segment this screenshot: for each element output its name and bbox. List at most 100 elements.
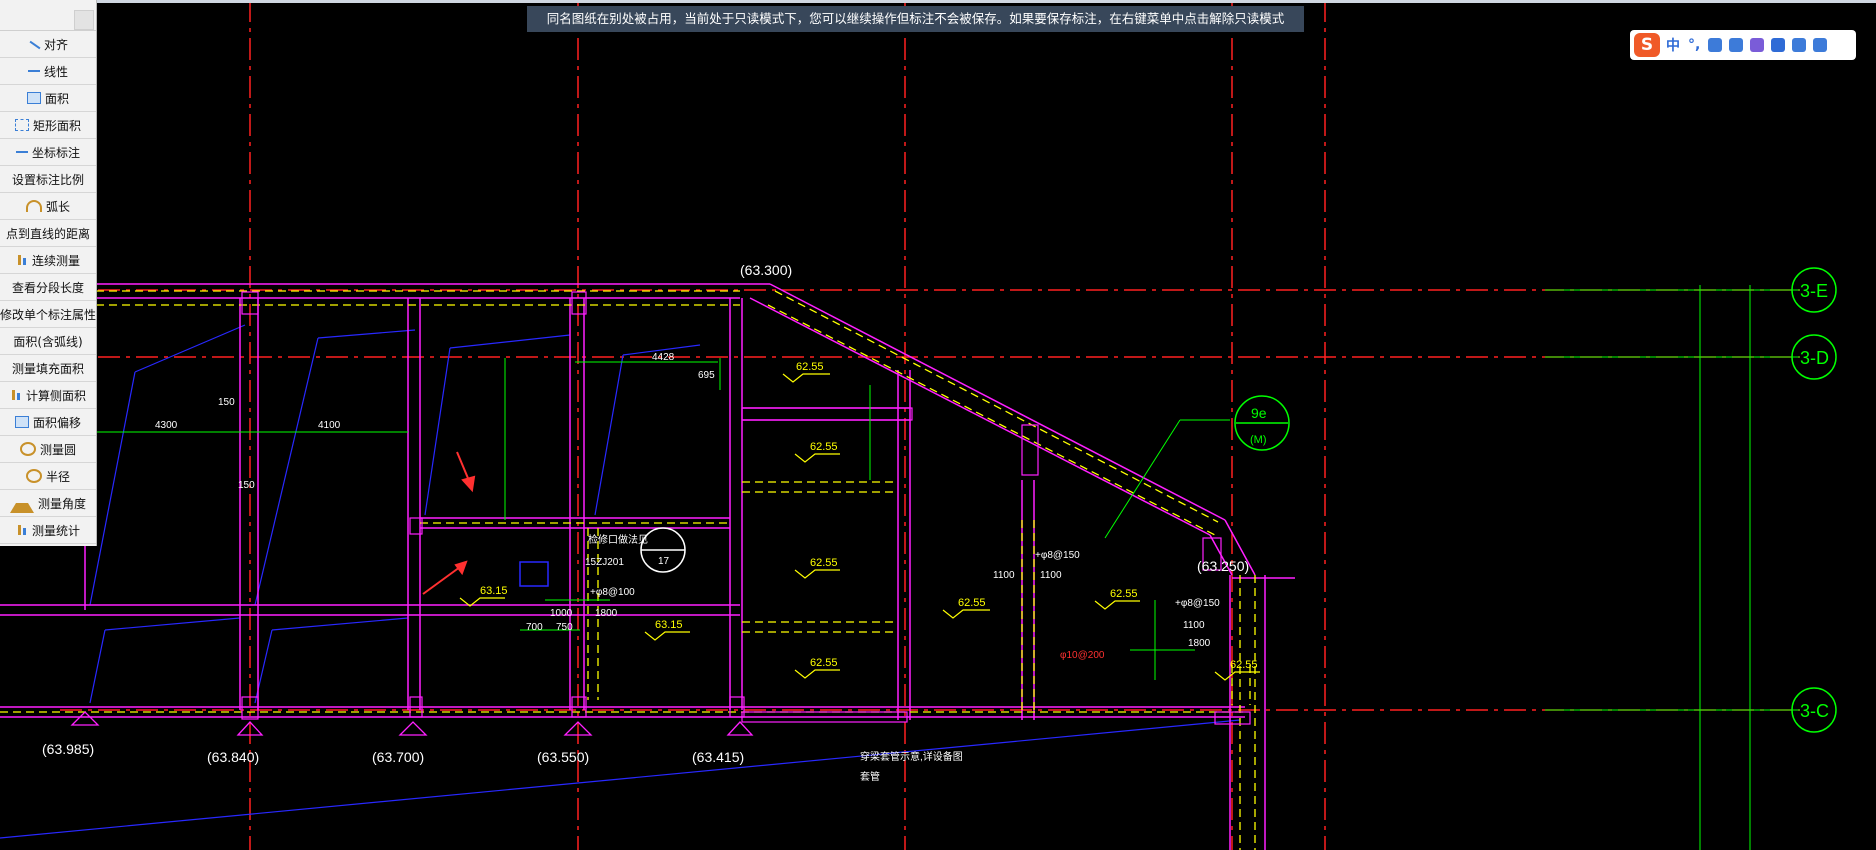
tool-area-offset[interactable]: 面积偏移 bbox=[0, 409, 96, 436]
level-label: 62.55 bbox=[810, 441, 838, 453]
tool-label: 面积(含弧线) bbox=[13, 334, 83, 349]
tool-rect-area[interactable]: 矩形面积 bbox=[0, 112, 96, 139]
elevation-label: (63.250) bbox=[1197, 558, 1249, 574]
skin-icon[interactable] bbox=[1750, 38, 1765, 52]
level-label: 62.55 bbox=[810, 657, 838, 669]
tool-label: 测量填充面积 bbox=[11, 361, 84, 376]
blue-structure bbox=[0, 324, 1241, 839]
tool-label: 测量圆 bbox=[39, 442, 76, 457]
elevation-label: (63.550) bbox=[537, 749, 589, 765]
ime-mode-toggle[interactable]: 中 bbox=[1666, 35, 1680, 55]
dim-label: 700 bbox=[526, 622, 543, 633]
walls bbox=[0, 283, 1295, 850]
settings-icon[interactable] bbox=[1813, 38, 1828, 52]
tool-label: 测量角度 bbox=[37, 496, 86, 511]
align-icon bbox=[28, 39, 40, 49]
radius-icon bbox=[25, 469, 42, 483]
tool-label: 对齐 bbox=[43, 37, 68, 52]
tool-linear[interactable]: 线性 bbox=[0, 58, 96, 85]
dim-label: 695 bbox=[698, 370, 715, 381]
microphone-icon[interactable] bbox=[1708, 38, 1723, 52]
tool-label: 点到直线的距离 bbox=[5, 226, 90, 241]
level-label: 62.55 bbox=[810, 557, 838, 569]
level-label: 63.15 bbox=[480, 585, 508, 597]
detail-bubble-bottom: (M) bbox=[1250, 434, 1267, 446]
hidden-lines bbox=[0, 290, 1256, 850]
note-label: 套管 bbox=[860, 770, 880, 783]
ime-punct-toggle[interactable]: °, bbox=[1688, 37, 1700, 53]
dim-label: 1100 bbox=[1183, 620, 1205, 631]
top-strip bbox=[96, 0, 1876, 3]
elevation-label: (63.840) bbox=[207, 749, 259, 765]
tool-segment-length[interactable]: 查看分段长度 bbox=[0, 274, 96, 301]
side-area-icon bbox=[10, 390, 22, 400]
tool-edit-annotation[interactable]: 修改单个标注属性 bbox=[0, 301, 96, 328]
readonly-notice-banner: 同名图纸在别处被占用，当前处于只读模式下，您可以继续操作但标注不会被保存。如果要… bbox=[527, 6, 1304, 32]
level-label: 62.55 bbox=[1110, 588, 1138, 600]
level-label: 62.55 bbox=[1230, 659, 1258, 671]
note-label: 穿梁套管示意,详设备图 bbox=[860, 750, 963, 763]
dim-label: 1000 bbox=[550, 608, 573, 619]
tool-area[interactable]: 面积 bbox=[0, 85, 96, 112]
tool-label: 弧长 bbox=[45, 199, 70, 214]
tool-label: 面积偏移 bbox=[32, 415, 81, 430]
tool-radius[interactable]: 半径 bbox=[0, 463, 96, 490]
tool-align[interactable]: 对齐 bbox=[0, 31, 96, 58]
note-label: 17 bbox=[658, 556, 670, 567]
dim-label: 150 bbox=[218, 397, 235, 408]
toolbox-icon[interactable] bbox=[1771, 38, 1786, 52]
dim-label: 4428 bbox=[652, 352, 675, 363]
grid-bubble-label: 3-C bbox=[1800, 701, 1829, 721]
toolbar-close-button[interactable] bbox=[74, 10, 94, 30]
coordinate-icon bbox=[15, 147, 28, 157]
apps-icon[interactable] bbox=[1792, 38, 1807, 52]
tool-label: 坐标标注 bbox=[31, 145, 80, 160]
tool-label: 线性 bbox=[43, 64, 68, 79]
tool-angle[interactable]: 测量角度 bbox=[0, 490, 96, 517]
ime-toolbar[interactable]: S 中 °, bbox=[1630, 30, 1856, 60]
dim-label: 4100 bbox=[318, 420, 341, 431]
grid-bubble-label: 3-E bbox=[1800, 281, 1828, 301]
dim-label: 1800 bbox=[1188, 638, 1211, 649]
dim-label: 1100 bbox=[993, 570, 1015, 581]
rebar-label: +φ8@150 bbox=[1035, 550, 1080, 561]
ime-logo[interactable]: S bbox=[1634, 33, 1660, 57]
tool-label: 查看分段长度 bbox=[11, 280, 84, 295]
rebar-label: φ10@200 bbox=[1060, 650, 1105, 661]
elevation-label: (63.700) bbox=[372, 749, 424, 765]
keyboard-icon[interactable] bbox=[1729, 38, 1744, 52]
tool-continuous-measure[interactable]: 连续测量 bbox=[0, 247, 96, 274]
elevation-label: (63.415) bbox=[692, 749, 744, 765]
tool-side-area[interactable]: 计算侧面积 bbox=[0, 382, 96, 409]
dim-label: 750 bbox=[556, 622, 573, 633]
tool-label: 测量统计 bbox=[31, 523, 80, 538]
dim-label: 4300 bbox=[155, 420, 178, 431]
elevation-label: (63.985) bbox=[42, 741, 94, 757]
grid-bubble-label: 3-D bbox=[1800, 348, 1829, 368]
note-label: 检修口做法见 bbox=[588, 533, 648, 546]
dim-label: 150 bbox=[238, 480, 255, 491]
tool-area-arc[interactable]: 面积(含弧线) bbox=[0, 328, 96, 355]
tool-label: 设置标注比例 bbox=[11, 172, 84, 187]
level-label: 63.15 bbox=[655, 619, 683, 631]
tool-set-scale[interactable]: 设置标注比例 bbox=[0, 166, 96, 193]
tool-arc-length[interactable]: 弧长 bbox=[0, 193, 96, 220]
cad-drawing-canvas[interactable]: (63.300) (63.250) (63.985) (63.840) (63.… bbox=[0, 0, 1876, 850]
tool-label: 半径 bbox=[45, 469, 70, 484]
measure-toolbar: 对齐 线性 面积 矩形面积 坐标标注 设置标注比例 弧长 点到直线的距离 连续测… bbox=[0, 0, 97, 546]
rebar-label: +φ8@150 bbox=[1175, 598, 1220, 609]
angle-icon bbox=[9, 493, 34, 513]
dim-label: 1800 bbox=[595, 608, 618, 619]
tool-point-line-distance[interactable]: 点到直线的距离 bbox=[0, 220, 96, 247]
area-offset-icon bbox=[14, 416, 29, 428]
dimension-lines bbox=[85, 285, 1800, 850]
tool-stats[interactable]: 测量统计 bbox=[0, 517, 96, 544]
dim-label: 1100 bbox=[1040, 570, 1062, 581]
tool-coordinate[interactable]: 坐标标注 bbox=[0, 139, 96, 166]
tool-measure-circle[interactable]: 测量圆 bbox=[0, 436, 96, 463]
circle-measure-icon bbox=[19, 442, 36, 456]
tool-fill-area[interactable]: 测量填充面积 bbox=[0, 355, 96, 382]
arc-icon bbox=[25, 200, 42, 212]
note-label: 15ZJ201 bbox=[585, 557, 624, 568]
tool-label: 修改单个标注属性 bbox=[0, 307, 96, 322]
